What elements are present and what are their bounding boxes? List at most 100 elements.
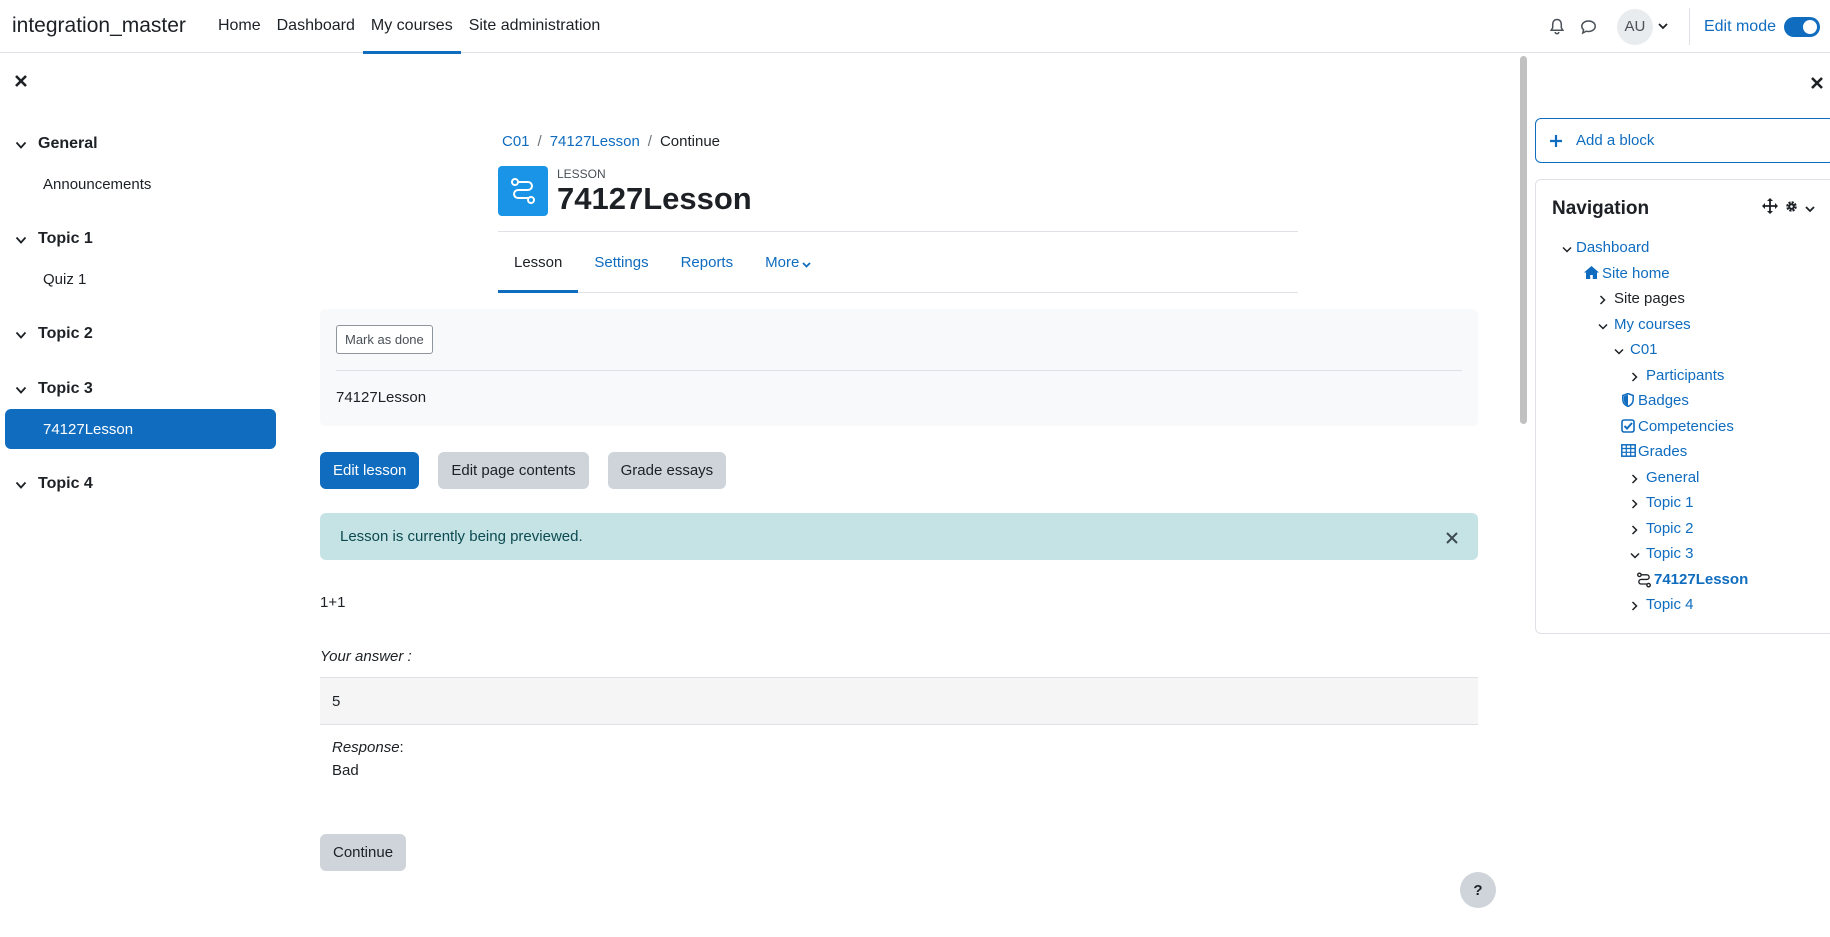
nav-site-administration[interactable]: Site administration (461, 0, 609, 53)
section-title: Topic 4 (38, 475, 93, 492)
section-title: General (38, 135, 98, 152)
chevron-down-icon[interactable] (1805, 200, 1815, 217)
grade-essays-button[interactable]: Grade essays (607, 452, 727, 489)
nav-node-general[interactable]: General (1536, 465, 1830, 491)
nav-node-label: Site home (1602, 264, 1670, 282)
chevron-down-icon[interactable] (1562, 241, 1572, 258)
close-block-drawer-icon[interactable] (1810, 74, 1824, 95)
edit-mode-toggle[interactable] (1784, 16, 1820, 37)
answer-value-box: 5 (320, 677, 1478, 725)
messages-chat-icon[interactable] (1573, 11, 1605, 43)
block-controls (1762, 198, 1815, 218)
nav-node-topic-4[interactable]: Topic 4 (1536, 592, 1830, 618)
nav-node-label: Site pages (1614, 290, 1685, 308)
close-course-index-icon[interactable] (14, 72, 32, 90)
nav-dashboard[interactable]: Dashboard (269, 0, 363, 53)
nav-node-my-courses[interactable]: My courses (1536, 312, 1830, 338)
course-index-item-announcements[interactable]: Announcements (5, 164, 276, 204)
page-scrollbar[interactable] (1517, 54, 1533, 937)
section-title: Topic 1 (38, 230, 93, 247)
tab-settings[interactable]: Settings (578, 232, 664, 292)
chevron-down-icon[interactable] (1630, 547, 1640, 564)
chevron-down-icon[interactable] (15, 232, 27, 250)
nav-node-site-pages[interactable]: Site pages (1536, 286, 1830, 312)
gear-icon[interactable] (1784, 199, 1799, 218)
section-topic-2[interactable]: Topic 2 (0, 314, 281, 354)
section-topic-1[interactable]: Topic 1 (0, 219, 281, 259)
section-topic-3[interactable]: Topic 3 (0, 369, 281, 409)
nav-node-site-home[interactable]: Site home (1536, 261, 1830, 287)
nav-node-topic-1[interactable]: Topic 1 (1536, 490, 1830, 516)
tab-reports[interactable]: Reports (665, 232, 750, 292)
course-index-item-74127lesson[interactable]: 74127Lesson (5, 409, 276, 449)
breadcrumb-course[interactable]: C01 (502, 133, 530, 150)
chevron-down-icon[interactable] (15, 477, 27, 495)
chevron-right-icon[interactable] (1599, 292, 1607, 309)
user-menu-chevron-down-icon[interactable] (1653, 11, 1673, 43)
section-title: Topic 2 (38, 325, 93, 342)
completion-divider (336, 370, 1462, 371)
help-button[interactable]: ? (1460, 872, 1496, 908)
section-topic-4[interactable]: Topic 4 (0, 464, 281, 504)
nav-node-label: General (1646, 468, 1700, 486)
nav-home[interactable]: Home (210, 0, 269, 53)
chevron-down-icon[interactable] (1614, 343, 1624, 360)
chevron-right-icon[interactable] (1631, 369, 1639, 386)
tab-lesson[interactable]: Lesson (498, 232, 579, 293)
nav-node-c01[interactable]: C01 (1536, 337, 1830, 363)
move-icon[interactable] (1762, 198, 1778, 218)
notifications-bell-icon[interactable] (1541, 11, 1573, 43)
title-block: LESSON 74127Lesson (557, 166, 752, 216)
response-value: Bad (332, 762, 359, 779)
nav-node-topic-2[interactable]: Topic 2 (1536, 516, 1830, 542)
activity-description: 74127Lesson (336, 389, 427, 406)
nav-node-label: Topic 2 (1646, 519, 1694, 537)
mark-as-done-button[interactable]: Mark as done (336, 325, 433, 354)
chevron-down-icon[interactable] (1598, 318, 1608, 335)
alert-message: Lesson is currently being previewed. (340, 528, 583, 545)
nav-node-label: 74127Lesson (1654, 570, 1749, 588)
chevron-down-icon[interactable] (15, 327, 27, 345)
breadcrumb-separator: / (647, 133, 652, 150)
nav-node-badges[interactable]: Badges (1536, 388, 1830, 414)
section-general[interactable]: General (0, 124, 281, 164)
lesson-actions: Edit lesson Edit page contents Grade ess… (320, 452, 727, 489)
breadcrumb-lesson[interactable]: 74127Lesson (550, 133, 640, 150)
nav-node-74127lesson[interactable]: 74127Lesson (1536, 567, 1830, 593)
navbar-user-area: AU Edit mode (1541, 0, 1830, 53)
nav-node-topic-3[interactable]: Topic 3 (1536, 541, 1830, 567)
chevron-down-icon[interactable] (15, 137, 27, 155)
close-alert-icon[interactable] (1446, 528, 1458, 549)
chevron-right-icon[interactable] (1631, 471, 1639, 488)
edit-page-contents-button[interactable]: Edit page contents (438, 452, 589, 489)
chevron-right-icon[interactable] (1631, 496, 1639, 513)
add-a-block-button[interactable]: Add a block (1535, 118, 1830, 163)
lesson-icon (1636, 571, 1652, 592)
page-title: 74127Lesson (557, 181, 752, 216)
activity-type-label: LESSON (557, 167, 606, 181)
site-brand[interactable]: integration_master (12, 14, 186, 38)
nav-node-grades[interactable]: Grades (1536, 439, 1830, 465)
nav-node-label: My courses (1614, 315, 1691, 333)
chevron-right-icon[interactable] (1631, 598, 1639, 615)
scrollbar-thumb[interactable] (1520, 56, 1527, 424)
breadcrumb-separator: / (537, 133, 542, 150)
edit-lesson-button[interactable]: Edit lesson (320, 452, 420, 489)
tab-more-label: More (765, 253, 800, 271)
tab-more[interactable]: More (749, 232, 827, 292)
continue-button[interactable]: Continue (320, 834, 407, 871)
nav-node-competencies[interactable]: Competencies (1536, 414, 1830, 440)
user-avatar[interactable]: AU (1616, 8, 1653, 45)
nav-node-label: Dashboard (1576, 239, 1650, 257)
response-label: Response: (332, 739, 404, 756)
table-icon (1621, 444, 1636, 461)
check-square-icon (1621, 418, 1635, 437)
nav-my-courses[interactable]: My courses (362, 0, 461, 54)
chevron-down-icon[interactable] (15, 382, 27, 400)
course-index-item-quiz-1[interactable]: Quiz 1 (5, 259, 276, 299)
nav-node-participants[interactable]: Participants (1536, 363, 1830, 389)
chevron-right-icon[interactable] (1631, 522, 1639, 539)
activity-completion-box: Mark as done 74127Lesson (320, 309, 1478, 426)
course-index-drawer: General Announcements Topic 1 Quiz 1 Top… (0, 54, 281, 937)
nav-node-dashboard[interactable]: Dashboard (1536, 235, 1830, 261)
